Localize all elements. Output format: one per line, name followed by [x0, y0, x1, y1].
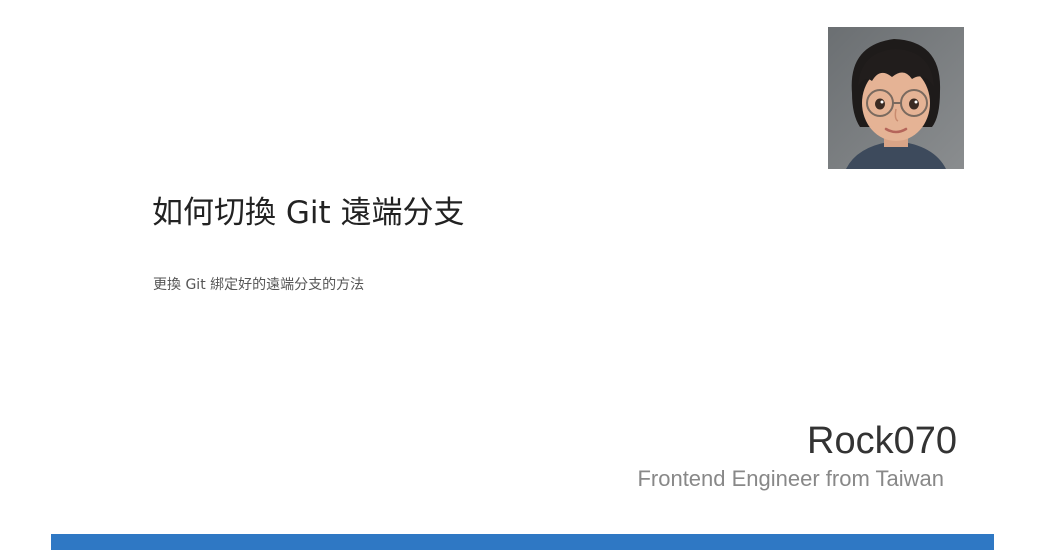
- slide-title: 如何切換 Git 遠端分支: [152, 195, 465, 231]
- author-name: Rock070: [807, 420, 957, 462]
- slide-subtitle: 更換 Git 綁定好的遠端分支的方法: [153, 277, 365, 293]
- avatar-portrait-icon: [828, 27, 964, 169]
- accent-bar: [51, 534, 994, 550]
- author-avatar: [828, 27, 964, 169]
- author-role: Frontend Engineer from Taiwan: [637, 466, 944, 491]
